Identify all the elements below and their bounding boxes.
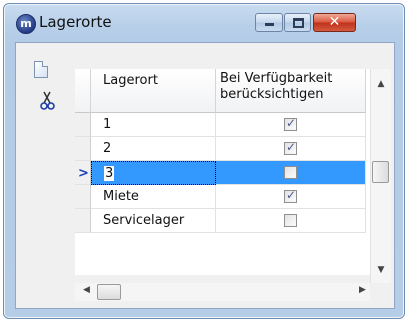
checkbox-cell[interactable] bbox=[216, 161, 366, 185]
column-header-label: Lagerort bbox=[103, 73, 158, 88]
column-header-label-line1: Bei Verfügbarkeit bbox=[220, 71, 333, 86]
minimize-icon bbox=[265, 23, 274, 26]
current-row-arrow-icon: > bbox=[78, 166, 89, 181]
lagerort-cell[interactable]: 3 bbox=[91, 161, 216, 185]
lagerort-cell[interactable]: 2 bbox=[91, 137, 216, 161]
column-header-lagerort[interactable]: Lagerort bbox=[91, 69, 216, 113]
maximize-icon bbox=[293, 18, 304, 28]
verfuegbarkeit-checkbox[interactable] bbox=[284, 188, 297, 203]
column-header-verfuegbarkeit[interactable]: Bei Verfügbarkeit berücksichtigen bbox=[216, 69, 366, 113]
row-selector[interactable] bbox=[75, 185, 91, 209]
vertical-scroll-thumb[interactable] bbox=[372, 161, 389, 183]
lagerort-cell[interactable]: Miete bbox=[91, 185, 216, 209]
row-selector[interactable] bbox=[75, 113, 91, 137]
lagerort-cell[interactable]: 1 bbox=[91, 113, 216, 137]
verfuegbarkeit-checkbox[interactable] bbox=[284, 166, 297, 179]
verfuegbarkeit-checkbox[interactable] bbox=[284, 140, 297, 155]
checkbox-cell[interactable] bbox=[216, 137, 366, 161]
horizontal-scrollbar[interactable]: ◀ ▶ bbox=[75, 283, 370, 301]
checkbox-cell[interactable] bbox=[216, 185, 366, 209]
scroll-down-icon[interactable]: ▼ bbox=[371, 265, 391, 275]
verfuegbarkeit-checkbox[interactable] bbox=[284, 116, 297, 131]
title-bar[interactable]: m Lagerorte ✕ bbox=[4, 4, 404, 42]
row-selector[interactable] bbox=[75, 209, 91, 233]
horizontal-scroll-thumb[interactable] bbox=[97, 284, 121, 300]
app-icon[interactable]: m bbox=[16, 14, 36, 34]
lagerort-cell-text[interactable]: 3 bbox=[104, 166, 115, 181]
maximize-button[interactable] bbox=[284, 13, 311, 32]
scroll-right-icon[interactable]: ▶ bbox=[359, 285, 366, 295]
scroll-up-icon[interactable]: ▲ bbox=[371, 79, 391, 89]
close-icon: ✕ bbox=[328, 14, 341, 30]
minimize-button[interactable] bbox=[255, 13, 283, 32]
row-selector[interactable] bbox=[75, 137, 91, 161]
table-row[interactable]: Miete bbox=[75, 185, 366, 209]
table-row[interactable]: Servicelager bbox=[75, 209, 366, 233]
vertical-scrollbar[interactable]: ▲ ▼ bbox=[370, 69, 391, 283]
verfuegbarkeit-checkbox[interactable] bbox=[284, 214, 297, 227]
row-selector[interactable]: > bbox=[75, 161, 91, 185]
window: m Lagerorte ✕ Lagerort Bei Verfügbarkeit… bbox=[3, 3, 405, 319]
checkbox-cell[interactable] bbox=[216, 113, 366, 137]
close-button[interactable]: ✕ bbox=[313, 13, 356, 32]
table-row[interactable]: 2 bbox=[75, 137, 366, 161]
row-selector-header bbox=[75, 69, 91, 113]
lagerorte-grid: Lagerort Bei Verfügbarkeit berücksichtig… bbox=[75, 69, 370, 275]
new-document-icon[interactable] bbox=[34, 61, 48, 78]
table-row-selected[interactable]: > 3 bbox=[75, 161, 366, 185]
scissors-icon[interactable] bbox=[40, 91, 56, 111]
lagerort-cell[interactable]: Servicelager bbox=[91, 209, 216, 233]
table-row[interactable]: 1 bbox=[75, 113, 366, 137]
client-area: Lagerort Bei Verfügbarkeit berücksichtig… bbox=[15, 42, 395, 309]
checkbox-cell[interactable] bbox=[216, 209, 366, 233]
scroll-left-icon[interactable]: ◀ bbox=[83, 285, 90, 295]
column-header-label-line2: berücksichtigen bbox=[220, 87, 324, 102]
window-title: Lagerorte bbox=[39, 13, 112, 31]
